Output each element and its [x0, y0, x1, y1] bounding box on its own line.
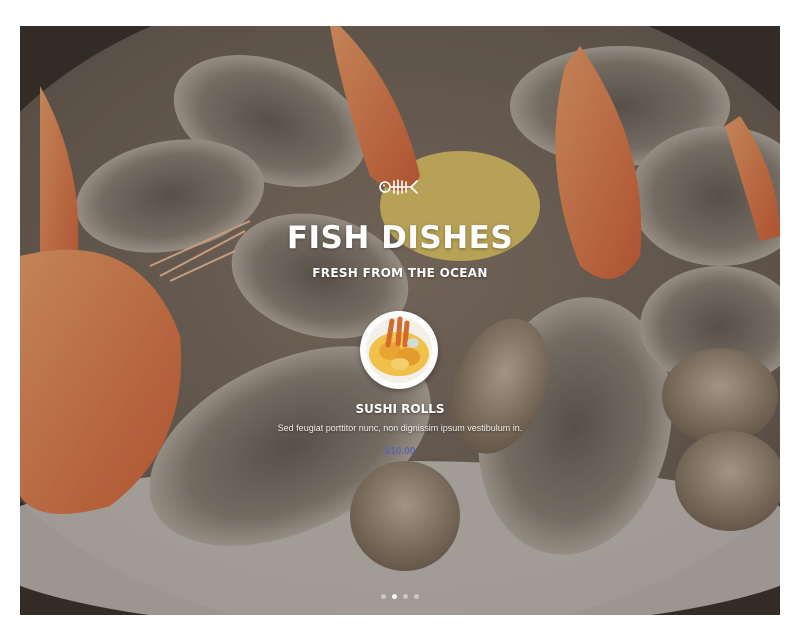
- fish-skeleton-icon: [379, 179, 418, 195]
- slider-dot-1[interactable]: [381, 594, 386, 599]
- slider-pagination: [20, 594, 780, 599]
- hero-section: FISH DISHES FRESH FROM THE OCEAN SUSHI R…: [20, 26, 780, 615]
- dish-name: SUSHI ROLLS: [355, 402, 445, 416]
- slider-dot-2[interactable]: [392, 594, 397, 599]
- slider-dot-4[interactable]: [414, 594, 419, 599]
- hero-subtitle: FRESH FROM THE OCEAN: [312, 266, 488, 280]
- dish-price: $10.00: [384, 446, 416, 457]
- dish-description: Sed feugiat porttitor nunc, non dignissi…: [277, 423, 523, 433]
- hero-title: FISH DISHES: [286, 220, 514, 256]
- slider-dot-3[interactable]: [403, 594, 408, 599]
- hero-content: FISH DISHES FRESH FROM THE OCEAN SUSHI R…: [20, 26, 780, 615]
- dish-thumbnail[interactable]: [360, 311, 438, 389]
- fried-seafood-image: [366, 316, 432, 383]
